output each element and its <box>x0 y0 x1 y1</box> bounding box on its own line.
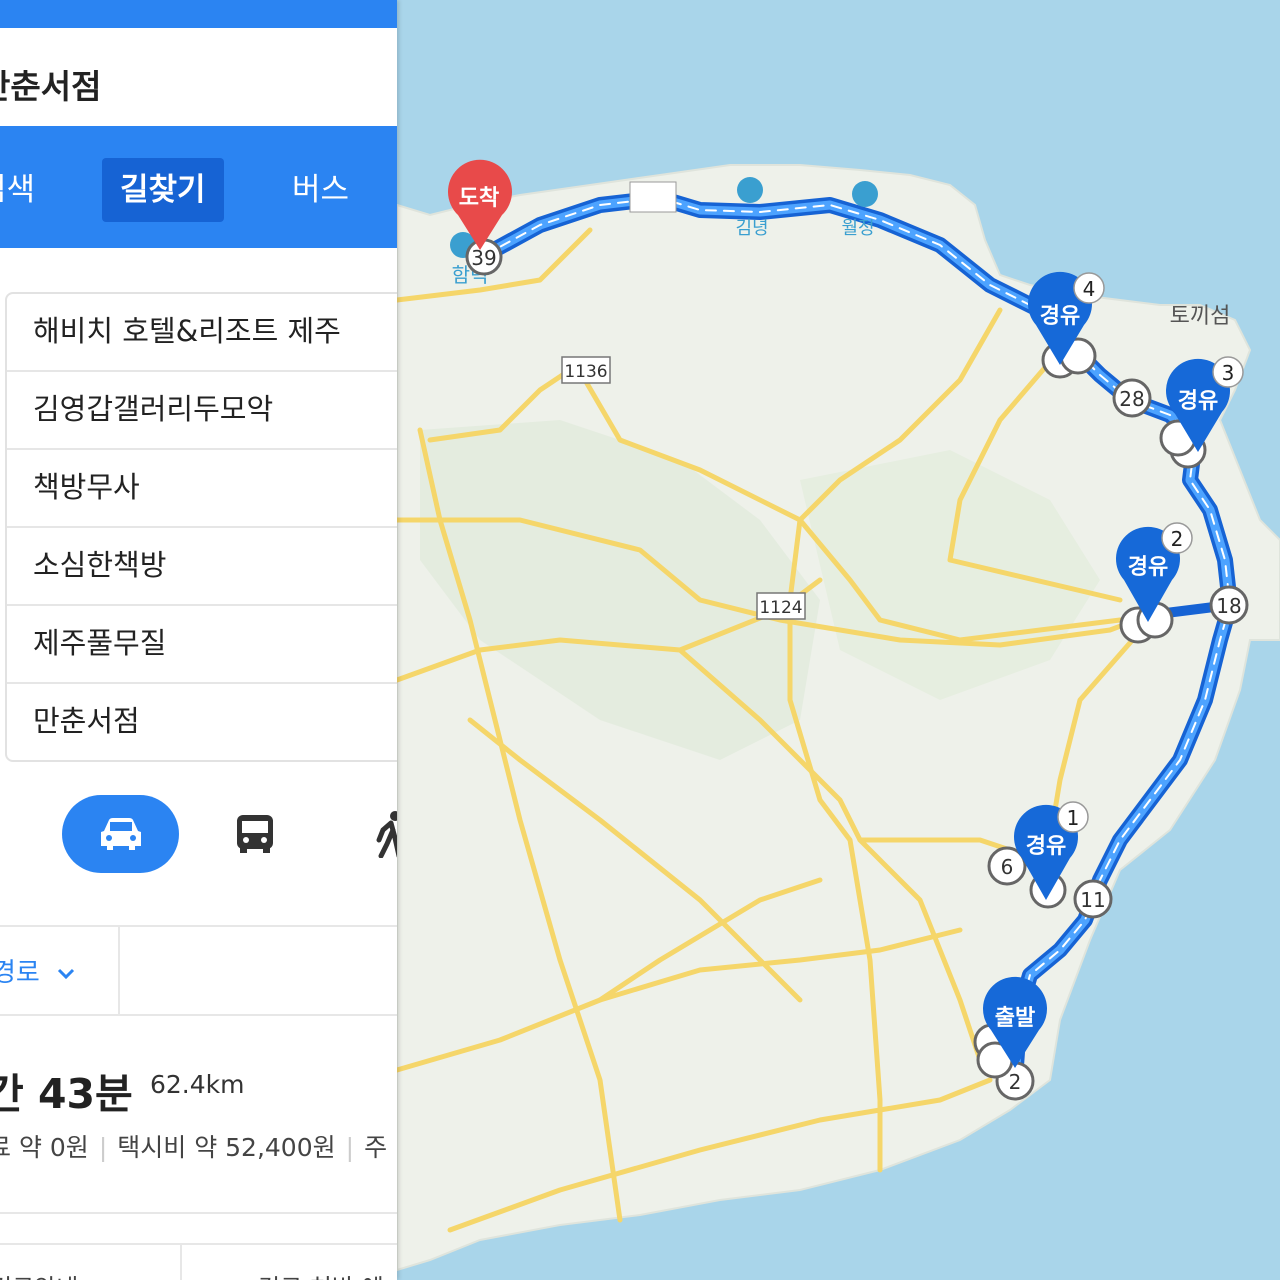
route-option-label: 경로 <box>0 958 40 988</box>
tab-bar: 검색 길찾기 버스 <box>0 129 397 248</box>
waypoint-circle[interactable]: 18 <box>1209 585 1249 625</box>
toll-fee: 료 약 0원 <box>0 1133 89 1162</box>
svg-text:도착: 도착 <box>459 186 499 211</box>
svg-text:28: 28 <box>1119 387 1144 411</box>
chevron-down-icon <box>56 958 76 988</box>
extra-fare-info: 주 <box>364 1133 388 1162</box>
svg-text:경유: 경유 <box>1128 555 1168 580</box>
separator: | <box>98 1133 108 1162</box>
route-stops-list: 해비치 호텔&리조트 제주 김영갑갤러리두모악 책방무사 소심한책방 제주풀무질… <box>5 292 397 762</box>
waypoint-circle[interactable]: 11 <box>1073 879 1113 919</box>
stop-item[interactable]: 만춘서점 <box>7 684 397 760</box>
svg-text:경유: 경유 <box>1040 304 1080 329</box>
route-distance: 62.4km <box>150 1070 245 1099</box>
stop-item[interactable]: 김영갑갤러리두모악 <box>7 372 397 450</box>
svg-text:39: 39 <box>471 246 496 270</box>
road-shield: 1136 <box>561 356 611 384</box>
svg-text:2: 2 <box>1009 1070 1022 1094</box>
svg-text:18: 18 <box>1216 594 1241 618</box>
waypoint-circle[interactable]: 28 <box>1112 378 1152 418</box>
place-label-gimnyeong: 김녕 <box>735 218 768 239</box>
route-option-dropdown[interactable]: 경로 <box>0 952 76 989</box>
svg-text:출발: 출발 <box>995 1006 1035 1031</box>
svg-text:11: 11 <box>1080 888 1105 912</box>
tab-search[interactable]: 검색 <box>0 158 35 222</box>
walk-mode-button[interactable] <box>330 795 397 873</box>
fare-info: 료 약 0원 | 택시비 약 52,400원 | 주 <box>0 1128 387 1164</box>
place-label-woljeong: 월정 <box>841 218 874 239</box>
divider <box>0 1243 397 1245</box>
car-mode-button[interactable] <box>62 795 179 873</box>
walking-person-icon <box>376 811 397 858</box>
route-guide-button[interactable]: 경로안내 <box>0 1268 78 1280</box>
stop-item[interactable]: 책방무사 <box>7 450 397 528</box>
route-duration: 간 43분 <box>0 1070 133 1118</box>
waypoint-circle[interactable]: 39 <box>465 238 503 276</box>
tab-directions[interactable]: 길찾기 <box>102 158 224 222</box>
stop-item[interactable]: 제주풀무질 <box>7 606 397 684</box>
route-secondary-button[interactable]: 경로 처방 예 <box>258 1268 384 1280</box>
beach-icon[interactable] <box>852 181 878 207</box>
stop-item[interactable]: 해비치 호텔&리조트 제주 <box>7 294 397 372</box>
top-bar <box>0 0 397 28</box>
svg-text:경유: 경유 <box>1178 389 1218 414</box>
beach-icon[interactable] <box>737 177 763 203</box>
directions-panel: 만춘서점 검색 길찾기 버스 해비치 호텔&리조트 제주 김영갑갤러리두모악 책… <box>0 0 397 1280</box>
svg-text:6: 6 <box>1001 855 1014 879</box>
search-title-text: 만춘서점 <box>0 67 102 106</box>
stop-item[interactable]: 소심한책방 <box>7 528 397 606</box>
divider <box>0 1212 397 1214</box>
svg-text:1124: 1124 <box>759 598 802 618</box>
road-shield <box>629 181 677 213</box>
svg-text:4: 4 <box>1083 277 1096 301</box>
divider <box>0 1014 397 1016</box>
tab-bus[interactable]: 버스 <box>292 158 349 222</box>
place-label-tokkiseom: 토끼섬 <box>1170 304 1231 329</box>
taxi-fare: 택시비 약 52,400원 <box>117 1133 336 1162</box>
svg-text:3: 3 <box>1222 361 1235 385</box>
car-icon <box>100 818 141 850</box>
divider <box>118 927 120 1015</box>
svg-text:1136: 1136 <box>564 362 607 382</box>
bus-mode-button[interactable] <box>196 795 313 873</box>
bus-icon <box>236 815 273 853</box>
road-shield: 1124 <box>756 592 806 620</box>
divider <box>0 925 397 927</box>
svg-text:2: 2 <box>1171 527 1184 551</box>
divider <box>180 1245 182 1280</box>
svg-text:경유: 경유 <box>1026 834 1066 859</box>
svg-text:1: 1 <box>1067 806 1080 830</box>
separator: | <box>345 1133 355 1162</box>
search-box[interactable]: 만춘서점 <box>0 28 397 129</box>
